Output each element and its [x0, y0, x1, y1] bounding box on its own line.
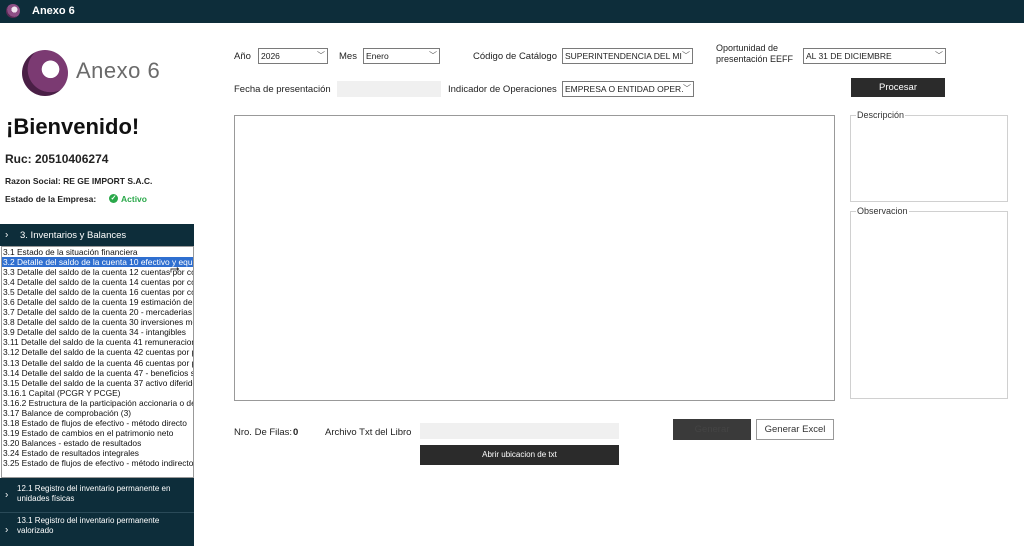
- section-inventario-valorizado[interactable]: › 13.1 Registro del inventario permanent…: [0, 512, 194, 546]
- sidebar: Anexo 6 ¡Bienvenido! Ruc: 20510406274 Ra…: [0, 23, 194, 546]
- list-item[interactable]: 3.25 Estado de flujos de efectivo - méto…: [2, 458, 193, 468]
- estado-value: Activo: [121, 194, 147, 204]
- indicador-select[interactable]: EMPRESA O ENTIDAD OPER. ﹀: [562, 81, 694, 97]
- descripcion-label: Descripción: [856, 110, 906, 120]
- filas-value: 0: [293, 427, 299, 438]
- fecha-input[interactable]: [337, 81, 441, 97]
- filas-label: Nro. De Filas:: [234, 427, 293, 438]
- section-label: 13.1 Registro del inventario permanente …: [17, 516, 160, 535]
- anexo-logo-icon: [22, 50, 68, 96]
- chevron-down-icon: ﹀: [429, 51, 437, 60]
- section-inventarios-balances[interactable]: › 3. Inventarios y Balances: [0, 224, 194, 246]
- list-item[interactable]: 3.19 Estado de cambios en el patrimonio …: [2, 428, 193, 438]
- catalogo-select[interactable]: SUPERINTENDENCIA DEL MI ﹀: [562, 48, 693, 64]
- list-item[interactable]: 3.16.2 Estructura de la participación ac…: [2, 398, 193, 408]
- list-item[interactable]: 3.1 Estado de la situación financiera: [2, 247, 193, 257]
- chevron-down-icon: ﹀: [935, 51, 943, 60]
- list-item[interactable]: 3.2 Detalle del saldo de la cuenta 10 ef…: [2, 257, 193, 268]
- list-item[interactable]: 3.4 Detalle del saldo de la cuenta 14 cu…: [2, 277, 193, 287]
- observacion-box: Observacion: [850, 206, 1008, 399]
- book-list[interactable]: 3.1 Estado de la situación financiera 3.2…: [1, 246, 194, 478]
- section-label: 3. Inventarios y Balances: [20, 230, 127, 241]
- data-grid[interactable]: [234, 115, 835, 401]
- chevron-right-icon: ›: [5, 489, 9, 501]
- list-item[interactable]: 3.16.1 Capital (PCGR Y PCGE): [2, 388, 193, 398]
- anio-label: Año: [234, 51, 251, 62]
- list-item[interactable]: 3.8 Detalle del saldo de la cuenta 30 in…: [2, 317, 193, 327]
- chevron-down-icon: ﹀: [317, 51, 325, 60]
- descripcion-box: Descripción: [850, 110, 1008, 202]
- catalogo-value: SUPERINTENDENCIA DEL MI: [565, 51, 682, 61]
- list-item[interactable]: 3.17 Balance de comprobación (3): [2, 408, 193, 418]
- razon-social-text: Razon Social: RE GE IMPORT S.A.C.: [5, 176, 153, 186]
- chevron-right-icon: ›: [5, 229, 9, 241]
- mouse-cursor-icon: ⮣: [170, 261, 180, 275]
- archivo-label: Archivo Txt del Libro: [325, 427, 412, 438]
- list-item[interactable]: 3.18 Estado de flujos de efectivo - méto…: [2, 418, 193, 428]
- chevron-down-icon: ﹀: [682, 51, 690, 60]
- list-item[interactable]: 3.14 Detalle del saldo de la cuenta 47 -…: [2, 368, 193, 378]
- ruc-text: Ruc: 20510406274: [5, 152, 109, 166]
- section-label: 12.1 Registro del inventario permanente …: [17, 484, 171, 503]
- section-inventario-fisicas[interactable]: › 12.1 Registro del inventario permanent…: [0, 478, 194, 512]
- list-item[interactable]: 3.6 Detalle del saldo de la cuenta 19 es…: [2, 297, 193, 307]
- list-item[interactable]: 3.9 Detalle del saldo de la cuenta 34 - …: [2, 327, 193, 337]
- list-item[interactable]: 3.12 Detalle del saldo de la cuenta 42 c…: [2, 347, 193, 357]
- generar-excel-button[interactable]: Generar Excel: [756, 419, 834, 440]
- welcome-heading: ¡Bienvenido!: [6, 114, 140, 139]
- catalogo-label: Código de Catálogo: [473, 51, 557, 62]
- list-item[interactable]: 3.5 Detalle del saldo de la cuenta 16 cu…: [2, 287, 193, 297]
- fecha-label: Fecha de presentación: [234, 84, 331, 95]
- mes-label: Mes: [339, 51, 357, 62]
- generar-button[interactable]: Generar: [673, 419, 751, 440]
- mes-value: Enero: [366, 51, 389, 61]
- abrir-ubicacion-button[interactable]: Abrir ubicacion de txt: [420, 445, 619, 465]
- chevron-down-icon: ﹀: [683, 84, 691, 93]
- title-bar: Anexo 6: [0, 0, 1024, 23]
- anio-value: 2026: [261, 51, 280, 61]
- list-item[interactable]: 3.11 Detalle del saldo de la cuenta 41 r…: [2, 337, 193, 347]
- list-item[interactable]: 3.3 Detalle del saldo de la cuenta 12 cu…: [2, 267, 193, 277]
- oportunidad-label-line1: Oportunidad de: [716, 43, 779, 53]
- estado-row: Estado de la Empresa: ✓ Activo: [5, 194, 147, 204]
- indicador-value: EMPRESA O ENTIDAD OPER.: [565, 84, 684, 94]
- indicador-label: Indicador de Operaciones: [448, 84, 557, 95]
- list-item[interactable]: 3.15 Detalle del saldo de la cuenta 37 a…: [2, 378, 193, 388]
- estado-label: Estado de la Empresa:: [5, 194, 97, 204]
- oportunidad-label-line2: presentación EEFF: [716, 54, 794, 64]
- list-item[interactable]: 3.24 Estado de resultados integrales: [2, 448, 193, 458]
- mes-select[interactable]: Enero ﹀: [363, 48, 440, 64]
- window-title: Anexo 6: [32, 5, 75, 17]
- observacion-label: Observacion: [856, 206, 909, 216]
- list-item[interactable]: 3.13 Detalle del saldo de la cuenta 46 c…: [2, 358, 193, 368]
- chevron-right-icon: ›: [5, 524, 9, 535]
- list-item[interactable]: 3.7 Detalle del saldo de la cuenta 20 - …: [2, 307, 193, 317]
- archivo-input[interactable]: [420, 423, 619, 439]
- list-item[interactable]: 3.20 Balances - estado de resultados: [2, 438, 193, 448]
- check-circle-icon: ✓: [109, 194, 118, 203]
- oportunidad-select[interactable]: AL 31 DE DICIEMBRE ﹀: [803, 48, 946, 64]
- logo-text: Anexo 6: [76, 58, 161, 83]
- oportunidad-value: AL 31 DE DICIEMBRE: [806, 51, 892, 61]
- procesar-button[interactable]: Procesar: [851, 78, 945, 97]
- anio-select[interactable]: 2026 ﹀: [258, 48, 328, 64]
- app-logo-icon: [6, 4, 20, 18]
